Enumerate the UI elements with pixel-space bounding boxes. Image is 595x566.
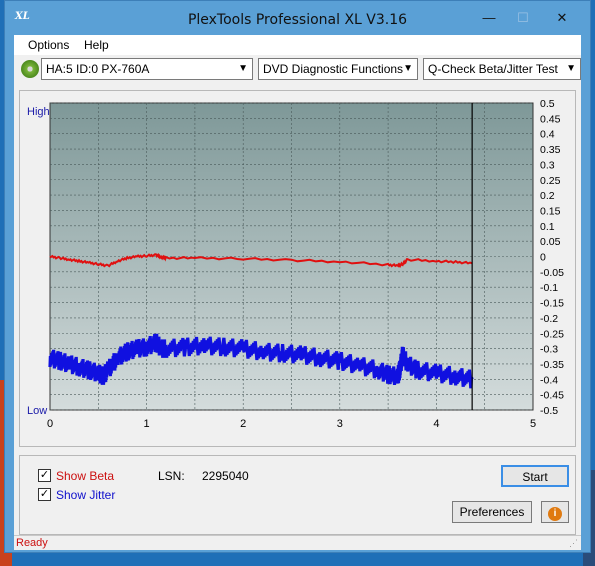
x-tick-label: 5 — [530, 418, 536, 430]
beta-jitter-chart: 0 1 2 3 4 5 0.5 0.45 0.4 0.35 0.3 0.25 0.2 0.15 0.1 0.0… — [47, 98, 564, 430]
lsn-label: LSN: — [158, 469, 185, 483]
chart-panel: High Low 0 1 2 3 4 5 0.5 0.45 0.4 0.35 0.3 0.25 0.2 0… — [19, 90, 576, 447]
y-tick-label: -0.3 — [540, 344, 558, 356]
y-tick-label: 0.4 — [540, 129, 555, 141]
x-tick-label: 2 — [240, 418, 246, 430]
title-bar[interactable]: XL PlexTools Professional XL V3.16 — ☐ ✕ — [5, 1, 590, 35]
y-tick-label: -0.5 — [540, 405, 558, 417]
test-select[interactable]: Q-Check Beta/Jitter Test ▼ — [423, 58, 581, 80]
x-tick-label: 1 — [144, 418, 150, 430]
lsn-value: 2295040 — [202, 469, 249, 483]
x-tick-label: 4 — [433, 418, 439, 430]
show-beta-check[interactable]: ✓ — [38, 469, 51, 482]
y-tick-label: 0.15 — [540, 205, 561, 217]
menu-bar: Options Help — [14, 35, 581, 55]
disc-icon — [21, 60, 39, 78]
y-tick-label: -0.2 — [540, 313, 558, 325]
show-jitter-check[interactable]: ✓ — [38, 488, 51, 501]
y-tick-label: 0.1 — [540, 221, 555, 233]
test-select-value: Q-Check Beta/Jitter Test — [428, 62, 558, 76]
y-tick-label: 0.35 — [540, 144, 561, 156]
start-button[interactable]: Start — [501, 465, 569, 487]
info-button[interactable]: i — [541, 501, 569, 523]
function-select-value: DVD Diagnostic Functions — [263, 62, 404, 76]
client-area: Options Help HA:5 ID:0 PX-760A ▼ DVD Dia… — [14, 35, 581, 550]
y-tick-label: -0.15 — [540, 298, 564, 310]
chevron-down-icon: ▼ — [238, 63, 248, 74]
y-tick-label: -0.05 — [540, 267, 564, 279]
maximize-button[interactable]: ☐ — [508, 7, 538, 29]
y-tick-label: -0.45 — [540, 390, 564, 402]
y-tick-label: 0.5 — [540, 98, 555, 110]
show-beta-label: Show Beta — [56, 469, 115, 483]
function-select[interactable]: DVD Diagnostic Functions ▼ — [258, 58, 418, 80]
y-tick-label: -0.25 — [540, 328, 564, 340]
y-tick-label: 0 — [540, 252, 546, 264]
preferences-button[interactable]: Preferences — [452, 501, 532, 523]
chevron-down-icon: ▼ — [403, 63, 413, 74]
y-tick-label: -0.4 — [540, 374, 558, 386]
y-tick-label: 0.3 — [540, 159, 555, 171]
y-tick-label: 0.45 — [540, 113, 561, 125]
menu-options[interactable]: Options — [28, 38, 69, 52]
toolbar: HA:5 ID:0 PX-760A ▼ DVD Diagnostic Funct… — [14, 55, 581, 83]
y-tick-label: -0.1 — [540, 282, 558, 294]
x-tick-label: 3 — [337, 418, 343, 430]
status-text: Ready — [16, 537, 48, 549]
x-tick-label: 0 — [47, 418, 53, 430]
y-tick-label: 0.2 — [540, 190, 555, 202]
status-bar: Ready ⋰ — [14, 535, 581, 550]
chevron-down-icon: ▼ — [566, 63, 576, 74]
info-icon: i — [548, 507, 562, 521]
drive-select[interactable]: HA:5 ID:0 PX-760A ▼ — [41, 58, 253, 80]
app-window: XL PlexTools Professional XL V3.16 — ☐ ✕… — [4, 0, 591, 553]
show-jitter-label: Show Jitter — [56, 488, 116, 502]
y-tick-label: 0.25 — [540, 175, 561, 187]
menu-help[interactable]: Help — [84, 38, 109, 52]
drive-select-value: HA:5 ID:0 PX-760A — [46, 62, 150, 76]
close-button[interactable]: ✕ — [540, 7, 584, 29]
resize-grip-icon[interactable]: ⋰ — [569, 538, 579, 548]
options-panel: ✓ Show Beta ✓ Show Jitter LSN: 2295040 S… — [19, 455, 576, 535]
y-tick-label: 0.05 — [540, 236, 561, 248]
y-tick-label: -0.35 — [540, 359, 564, 371]
minimize-button[interactable]: — — [474, 7, 504, 29]
